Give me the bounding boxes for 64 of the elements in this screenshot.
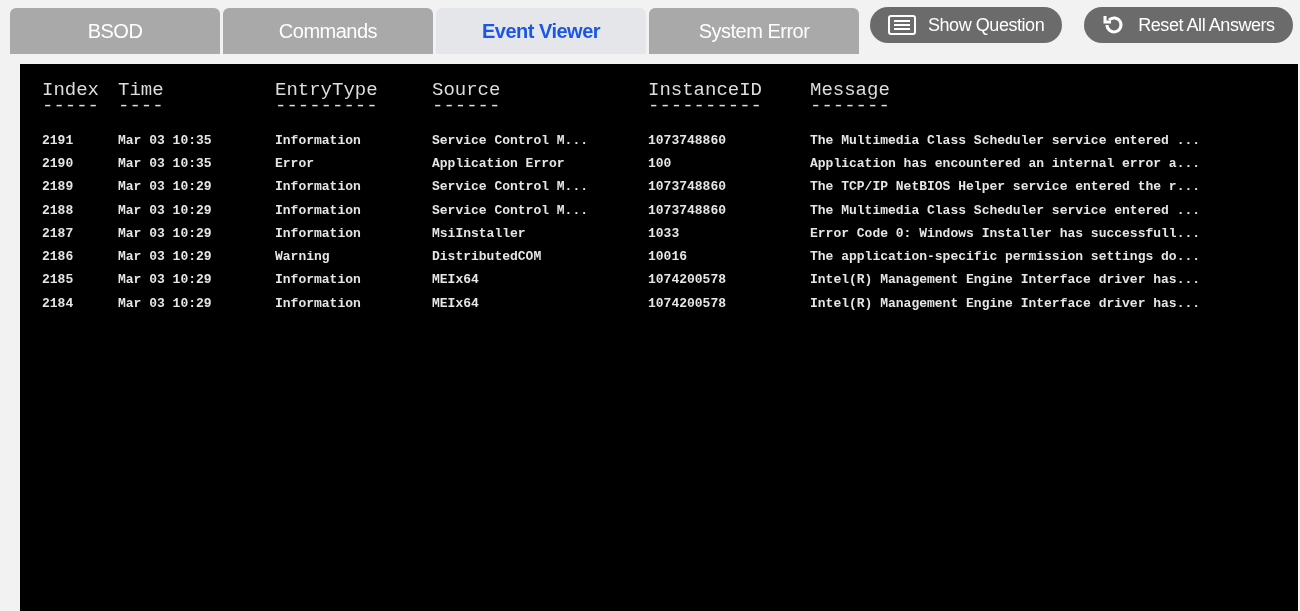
column-header: InstanceID [648,80,764,100]
table-cell: Mar 03 10:29 [118,272,212,288]
header-underline: ---------- [648,100,764,112]
column-header: Index [42,80,100,100]
table-cell: MEIx64 [432,295,479,311]
column-header: Message [810,80,891,100]
table-cell: Mar 03 10:35 [118,155,212,171]
table-cell: Error [275,155,314,171]
table-cell: 2186 [42,249,74,265]
table-cell: Mar 03 10:29 [118,249,212,265]
table-cell: MsiInstaller [432,225,526,241]
table-cell: 1074200578 [648,295,726,311]
table-cell: 2188 [42,202,74,218]
table-cell: Information [275,295,361,311]
column-header: Source [432,80,502,100]
table-cell: The Multimedia Class Scheduler service entered ... [810,132,1201,148]
table-cell: Error Code 0: Windows Installer has successfull... [810,225,1201,241]
table-cell: 1073748860 [648,179,726,195]
table-cell: 2190 [42,155,74,171]
table-cell: Service Control M... [432,132,589,148]
table-cell: 1033 [648,225,680,241]
tab[interactable]: Event Viewer [436,8,646,54]
table-cell: 1074200578 [648,272,726,288]
table-cell: Mar 03 10:29 [118,225,212,241]
table-cell: 100 [648,155,672,171]
table-cell: 1073748860 [648,202,726,218]
show-question-button[interactable]: Show Question [870,7,1063,43]
header-underline: ----- [42,100,100,112]
table-cell: Mar 03 10:29 [118,179,212,195]
table-cell: Mar 03 10:29 [118,295,212,311]
table-cell: 2184 [42,295,74,311]
table-cell: 2191 [42,132,74,148]
table-cell: Information [275,132,361,148]
reset-button[interactable]: Reset All Answers [1084,7,1293,43]
table-cell: Information [275,202,361,218]
table-cell: Intel(R) Management Engine Interface driver has... [810,295,1201,311]
table-cell: The application-specific permission settings do... [810,249,1201,265]
table-cell: Application Error [432,155,565,171]
table-cell: Service Control M... [432,179,589,195]
table-cell: 10016 [648,249,687,265]
table-cell: 1073748860 [648,132,726,148]
table-cell: Information [275,272,361,288]
table-cell: 2189 [42,179,74,195]
table-cell: 2185 [42,272,74,288]
table-cell: Information [275,179,361,195]
table-cell: DistributedCOM [432,249,542,265]
column-header: EntryType [275,80,379,100]
table-cell: 2187 [42,225,74,241]
table-cell: Mar 03 10:35 [118,132,212,148]
header-underline: ------- [810,100,891,112]
table-cell: The TCP/IP NetBIOS Helper service entered the r... [810,179,1201,195]
header-underline: ------ [432,100,502,112]
table-cell: The Multimedia Class Scheduler service entered ... [810,202,1201,218]
table-cell: Application has encountered an internal error a... [810,155,1201,171]
table-cell: Intel(R) Management Engine Interface driver has... [810,272,1201,288]
table-cell: Information [275,225,361,241]
header-underline: --------- [275,100,379,112]
column-header: Time [118,80,165,100]
header-underline: ---- [118,100,165,112]
table-cell: Service Control M... [432,202,589,218]
table-cell: Warning [275,249,330,265]
table-cell: MEIx64 [432,272,479,288]
table-cell: Mar 03 10:29 [118,202,212,218]
list-icon [888,15,916,35]
